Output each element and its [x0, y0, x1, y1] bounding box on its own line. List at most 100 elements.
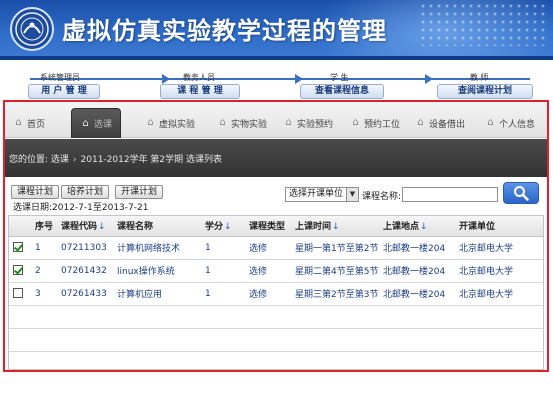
role-label-teacher: 教 师 [470, 73, 489, 82]
chevron-right-icon: › [72, 155, 77, 165]
course-table: 序号 课程代码↓ 课程名称 学分↓ 课程类型 上课时间↓ 上课地点↓ 开课单位 [8, 215, 544, 370]
breadcrumb-prefix: 您的位置: 选课 [9, 155, 69, 165]
flow-arrow-icon [295, 74, 303, 84]
main-nav: ⌂ 首页 ⌂ 选课 ⌂ 虚拟实验 ⌂ 实物实验 ⌂ 实验预约 ⌂ 预约工位 ⌂ 设备借出 ⌂ 个… [5, 102, 547, 138]
tab-label: 首页 [27, 119, 46, 130]
home-icon: ⌂ [352, 117, 359, 128]
training-plan-button[interactable]: 培养计划 [61, 185, 110, 199]
course-name-input[interactable] [402, 187, 498, 202]
role-label-academic-staff: 教务人员 [183, 73, 215, 82]
home-icon: ⌂ [487, 117, 494, 128]
sort-down-icon: ↓ [420, 222, 428, 233]
table-header-row: 序号 课程代码↓ 课程名称 学分↓ 课程类型 上课时间↓ 上课地点↓ 开课单位 [9, 216, 543, 237]
home-icon: ⌂ [285, 117, 292, 128]
row-course-code: 07261433 [57, 282, 113, 306]
row-index: 3 [31, 282, 57, 306]
tab-course-selection[interactable]: ⌂ 选课 [71, 108, 122, 138]
tab-label: 预约工位 [364, 119, 401, 130]
department-select[interactable]: 选择开课单位 ▼ [285, 187, 359, 202]
tab-label: 虚拟实验 [159, 119, 196, 130]
tab-physical-experiment[interactable]: ⌂ 实物实验 [217, 113, 267, 133]
row-class-place: 北邮教一楼204 [379, 236, 455, 260]
home-icon: ⌂ [219, 117, 226, 128]
row-class-place: 北邮教一楼204 [379, 259, 455, 283]
row-course-code: 07261432 [57, 259, 113, 283]
selection-date-range: 选课日期:2012-7-1至2013-7-21 [13, 203, 149, 213]
course-plan-button[interactable]: 课程计划 [11, 185, 60, 199]
header-banner: 虚拟仿真实验教学过程的管理 [0, 0, 553, 60]
row-checkbox[interactable] [13, 265, 23, 276]
tab-label: 设备借出 [429, 119, 466, 130]
offering-plan-button[interactable]: 开课计划 [115, 185, 164, 199]
row-offering-unit: 北京邮电大学 [455, 282, 543, 306]
row-course-name: 计算机网络技术 [113, 236, 201, 260]
row-course-type: 选修 [245, 236, 291, 260]
user-management-button[interactable]: 用 户 管 理 [28, 84, 100, 99]
view-course-info-button[interactable]: 查看课程信息 [300, 84, 384, 99]
role-label-student: 学 生 [330, 73, 349, 82]
home-icon: ⌂ [147, 117, 154, 128]
column-header-code[interactable]: 课程代码↓ [57, 216, 113, 237]
column-header-credit[interactable]: 学分↓ [201, 216, 245, 237]
tab-workstation-booking[interactable]: ⌂ 预约工位 [350, 113, 400, 133]
row-credit: 1 [201, 236, 245, 260]
row-checkbox[interactable] [13, 242, 23, 253]
column-header-type: 课程类型 [245, 216, 291, 237]
banner-title: 虚拟仿真实验教学过程的管理 [62, 17, 387, 45]
tab-personal-info[interactable]: ⌂ 个人信息 [485, 113, 535, 133]
department-select-value: 选择开课单位 [289, 189, 344, 199]
row-offering-unit: 北京邮电大学 [455, 259, 543, 283]
flow-connector [30, 78, 530, 80]
view-course-plan-button[interactable]: 查阅课程计划 [437, 84, 533, 99]
search-icon [514, 186, 529, 201]
tab-label: 实物实验 [231, 119, 268, 130]
column-header-time[interactable]: 上课时间↓ [291, 216, 379, 237]
banner-bottom-line [0, 56, 553, 60]
row-course-code: 07211303 [57, 236, 113, 260]
select-column-header [9, 216, 31, 237]
chevron-down-icon: ▼ [346, 188, 358, 201]
row-course-name: linux操作系统 [113, 259, 201, 283]
row-course-name: 计算机应用 [113, 282, 201, 306]
search-button[interactable] [503, 182, 539, 204]
tab-equipment-lending[interactable]: ⌂ 设备借出 [415, 113, 465, 133]
sort-down-icon: ↓ [224, 222, 232, 233]
table-row: 2 07261432 linux操作系统 1 选修 星期二第4节至第5节 北邮教… [9, 259, 543, 283]
column-header-place[interactable]: 上课地点↓ [379, 216, 455, 237]
flow-arrow-icon [425, 74, 433, 84]
role-label-admin: 系统管理员 [40, 73, 80, 82]
empty-row [9, 305, 543, 329]
row-class-time: 星期一第1节至第2节 [291, 236, 379, 260]
sort-down-icon: ↓ [98, 222, 106, 233]
breadcrumb: 您的位置: 选课 › 2011-2012学年 第2学期 选课列表 [5, 139, 547, 177]
table-row: 1 07211303 计算机网络技术 1 选修 星期一第1节至第2节 北邮教一楼… [9, 236, 543, 260]
row-offering-unit: 北京邮电大学 [455, 236, 543, 260]
flow-arrow-icon [162, 74, 170, 84]
row-class-time: 星期三第2节至第3节 [291, 282, 379, 306]
tab-label: 个人信息 [499, 119, 536, 130]
column-header-unit: 开课单位 [455, 216, 543, 237]
row-credit: 1 [201, 282, 245, 306]
app-window: ⌂ 首页 ⌂ 选课 ⌂ 虚拟实验 ⌂ 实物实验 ⌂ 实验预约 ⌂ 预约工位 ⌂ 设备借出 ⌂ 个… [3, 100, 549, 372]
course-list-panel: 课程计划 培养计划 开课计划 选课日期:2012-7-1至2013-7-21 选… [5, 177, 547, 370]
home-icon: ⌂ [417, 117, 424, 128]
row-checkbox[interactable] [13, 288, 23, 299]
row-credit: 1 [201, 259, 245, 283]
sort-down-icon: ↓ [332, 222, 340, 233]
course-name-label: 课程名称: [362, 192, 402, 202]
role-flow: 系统管理员 用 户 管 理 教务人员 课 程 管 理 学 生 查看课程信息 教 … [0, 62, 553, 102]
row-class-place: 北邮教一楼204 [379, 282, 455, 306]
row-course-type: 选修 [245, 282, 291, 306]
row-course-type: 选修 [245, 259, 291, 283]
tab-experiment-booking[interactable]: ⌂ 实验预约 [283, 113, 333, 133]
home-icon: ⌂ [82, 117, 89, 129]
tab-home[interactable]: ⌂ 首页 [13, 113, 45, 133]
tab-virtual-experiment[interactable]: ⌂ 虚拟实验 [145, 113, 195, 133]
breadcrumb-current: 2011-2012学年 第2学期 选课列表 [80, 155, 223, 165]
course-management-button[interactable]: 课 程 管 理 [160, 84, 240, 99]
tab-label: 实验预约 [297, 119, 334, 130]
tab-label: 选课 [94, 120, 113, 130]
university-logo [10, 7, 54, 51]
row-class-time: 星期二第4节至第5节 [291, 259, 379, 283]
table-row: 3 07261433 计算机应用 1 选修 星期三第2节至第3节 北邮教一楼20… [9, 282, 543, 306]
